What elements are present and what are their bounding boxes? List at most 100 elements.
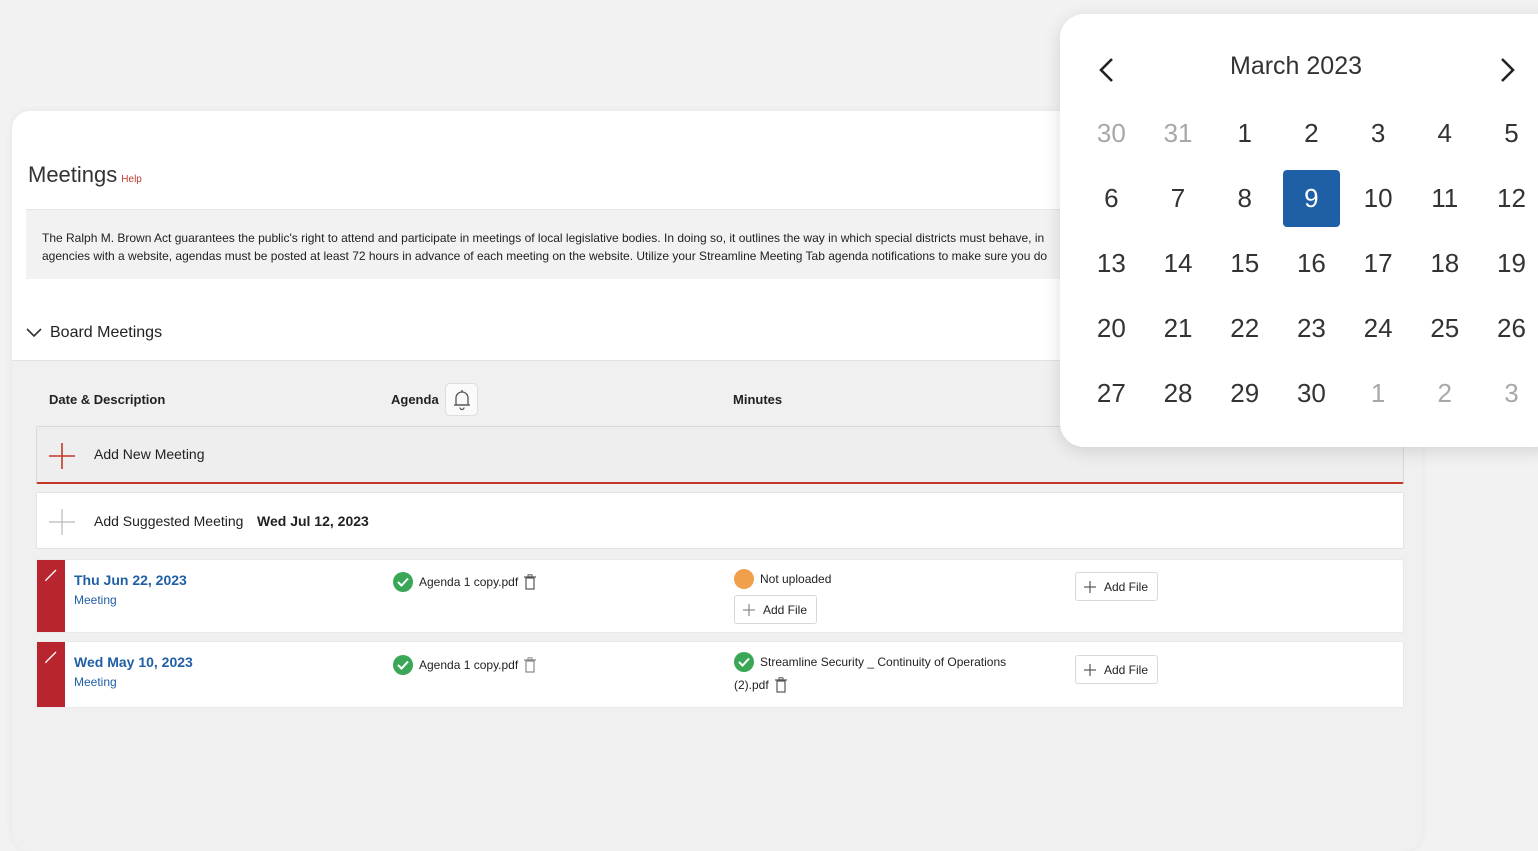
calendar-day-number: 6 [1104, 183, 1119, 213]
calendar-day[interactable]: 10 [1345, 166, 1412, 231]
calendar-day[interactable]: 2 [1411, 361, 1478, 426]
calendar-day[interactable]: 30 [1278, 361, 1345, 426]
trash-icon[interactable] [774, 677, 787, 693]
calendar-day-number: 4 [1437, 118, 1453, 148]
calendar-day[interactable]: 18 [1411, 231, 1478, 296]
add-file-button[interactable]: Add File [1075, 655, 1159, 684]
calendar-day-number: 21 [1163, 313, 1193, 343]
calendar-day[interactable]: 26 [1478, 296, 1538, 361]
add-suggested-meeting-label: Add Suggested Meeting [94, 513, 244, 529]
calendar-day[interactable]: 22 [1211, 296, 1278, 361]
help-link[interactable]: Help [121, 174, 142, 185]
pencil-icon [44, 569, 57, 582]
calendar-day[interactable]: 1 [1345, 361, 1412, 426]
calendar-day[interactable]: 6 [1078, 166, 1145, 231]
calendar-day[interactable]: 29 [1211, 361, 1278, 426]
add-file-button[interactable]: Add File [1075, 572, 1159, 601]
meeting-date-link[interactable]: Wed May 10, 2023 [74, 654, 193, 670]
calendar-day-number: 29 [1230, 378, 1260, 408]
agenda-file-name: Agenda 1 copy.pdf [419, 575, 519, 589]
add-file-label: Add File [763, 602, 808, 617]
calendar-day[interactable]: 27 [1078, 361, 1145, 426]
chevron-right-icon[interactable] [1498, 56, 1518, 84]
suggested-meeting-date: Wed Jul 12, 2023 [257, 513, 369, 529]
table-row: Thu Jun 22, 2023 Meeting Agenda 1 copy.p… [36, 559, 1404, 633]
calendar-day[interactable]: 9 [1278, 166, 1345, 231]
calendar-day-number: 22 [1230, 313, 1260, 343]
calendar-day[interactable]: 12 [1478, 166, 1538, 231]
calendar-day-number: 16 [1296, 248, 1326, 278]
calendar-day-number: 24 [1363, 313, 1393, 343]
add-new-meeting-label: Add New Meeting [94, 446, 205, 462]
calendar-day-number: 1 [1237, 118, 1252, 148]
status-dot-icon [734, 569, 754, 589]
calendar-day-number: 10 [1363, 183, 1393, 213]
bell-icon [453, 389, 470, 410]
calendar-day-number: 25 [1430, 313, 1460, 343]
calendar-day-number: 17 [1363, 248, 1393, 278]
chevron-left-icon[interactable] [1096, 56, 1116, 84]
calendar-day[interactable]: 23 [1278, 296, 1345, 361]
calendar-day[interactable]: 7 [1145, 166, 1212, 231]
calendar-day-number: 14 [1163, 248, 1193, 278]
trash-icon[interactable] [524, 574, 537, 590]
page-title: Meetings Help [28, 162, 142, 188]
calendar-day-number: 7 [1170, 183, 1186, 213]
minutes-file-name-end: (2).pdf [734, 678, 769, 692]
calendar-day[interactable]: 20 [1078, 296, 1145, 361]
minutes-add-file-button[interactable]: Add File [734, 595, 818, 624]
edit-meeting-button[interactable] [37, 642, 65, 707]
minutes-status-text: Not uploaded [760, 572, 832, 586]
calendar-day[interactable]: 16 [1278, 231, 1345, 296]
calendar-day-number: 28 [1163, 378, 1193, 408]
calendar-day[interactable]: 19 [1478, 231, 1538, 296]
check-circle-icon [393, 655, 413, 675]
calendar-day[interactable]: 28 [1145, 361, 1212, 426]
calendar-day[interactable]: 1 [1211, 101, 1278, 166]
agenda-notification-button[interactable] [445, 383, 478, 416]
calendar-day[interactable]: 21 [1145, 296, 1212, 361]
minutes-file-continued[interactable]: (2).pdf [734, 677, 787, 693]
section-label: Board Meetings [50, 324, 163, 341]
calendar-day[interactable]: 5 [1478, 101, 1538, 166]
calendar-day-number: 31 [1163, 118, 1193, 148]
calendar-day[interactable]: 31 [1145, 101, 1212, 166]
calendar-day[interactable]: 3 [1345, 101, 1412, 166]
plus-icon [1084, 580, 1096, 593]
calendar-day[interactable]: 15 [1211, 231, 1278, 296]
calendar-day-number: 3 [1504, 378, 1519, 408]
calendar-day[interactable]: 3 [1478, 361, 1538, 426]
minutes-file-name: Streamline Security _ Continuity of Oper… [760, 655, 1007, 669]
calendar-day[interactable]: 24 [1345, 296, 1412, 361]
calendar-day[interactable]: 17 [1345, 231, 1412, 296]
board-meetings-toggle[interactable]: Board Meetings [26, 324, 162, 342]
calendar-day-number: 8 [1237, 183, 1252, 213]
check-circle-icon [393, 572, 413, 592]
calendar-day[interactable]: 11 [1411, 166, 1478, 231]
calendar-day[interactable]: 4 [1411, 101, 1478, 166]
agenda-file-name: Agenda 1 copy.pdf [419, 658, 519, 672]
calendar-day[interactable]: 8 [1211, 166, 1278, 231]
column-header-date: Date & Description [49, 392, 166, 407]
add-suggested-meeting-row[interactable]: Add Suggested Meeting Wed Jul 12, 2023 [36, 492, 1404, 549]
plus-icon [49, 443, 75, 469]
meeting-type-link[interactable]: Meeting [74, 593, 117, 607]
agenda-file[interactable]: Agenda 1 copy.pdf [393, 655, 537, 675]
minutes-file[interactable]: Streamline Security _ Continuity of Oper… [734, 652, 1006, 672]
page-title-text: Meetings [28, 162, 118, 187]
calendar-day[interactable]: 13 [1078, 231, 1145, 296]
edit-meeting-button[interactable] [37, 560, 65, 632]
calendar-day-number: 9 [1282, 170, 1340, 227]
calendar-day[interactable]: 30 [1078, 101, 1145, 166]
calendar-day[interactable]: 2 [1278, 101, 1345, 166]
calendar-day[interactable]: 25 [1411, 296, 1478, 361]
calendar-day-number: 20 [1096, 313, 1126, 343]
meeting-date-link[interactable]: Thu Jun 22, 2023 [74, 572, 187, 588]
agenda-file[interactable]: Agenda 1 copy.pdf [393, 572, 537, 592]
add-file-label: Add File [1104, 579, 1149, 594]
meeting-type-link[interactable]: Meeting [74, 675, 117, 689]
calendar-day-number: 13 [1096, 248, 1126, 278]
calendar-day[interactable]: 14 [1145, 231, 1212, 296]
trash-icon[interactable] [524, 657, 537, 673]
pencil-icon [44, 651, 57, 664]
